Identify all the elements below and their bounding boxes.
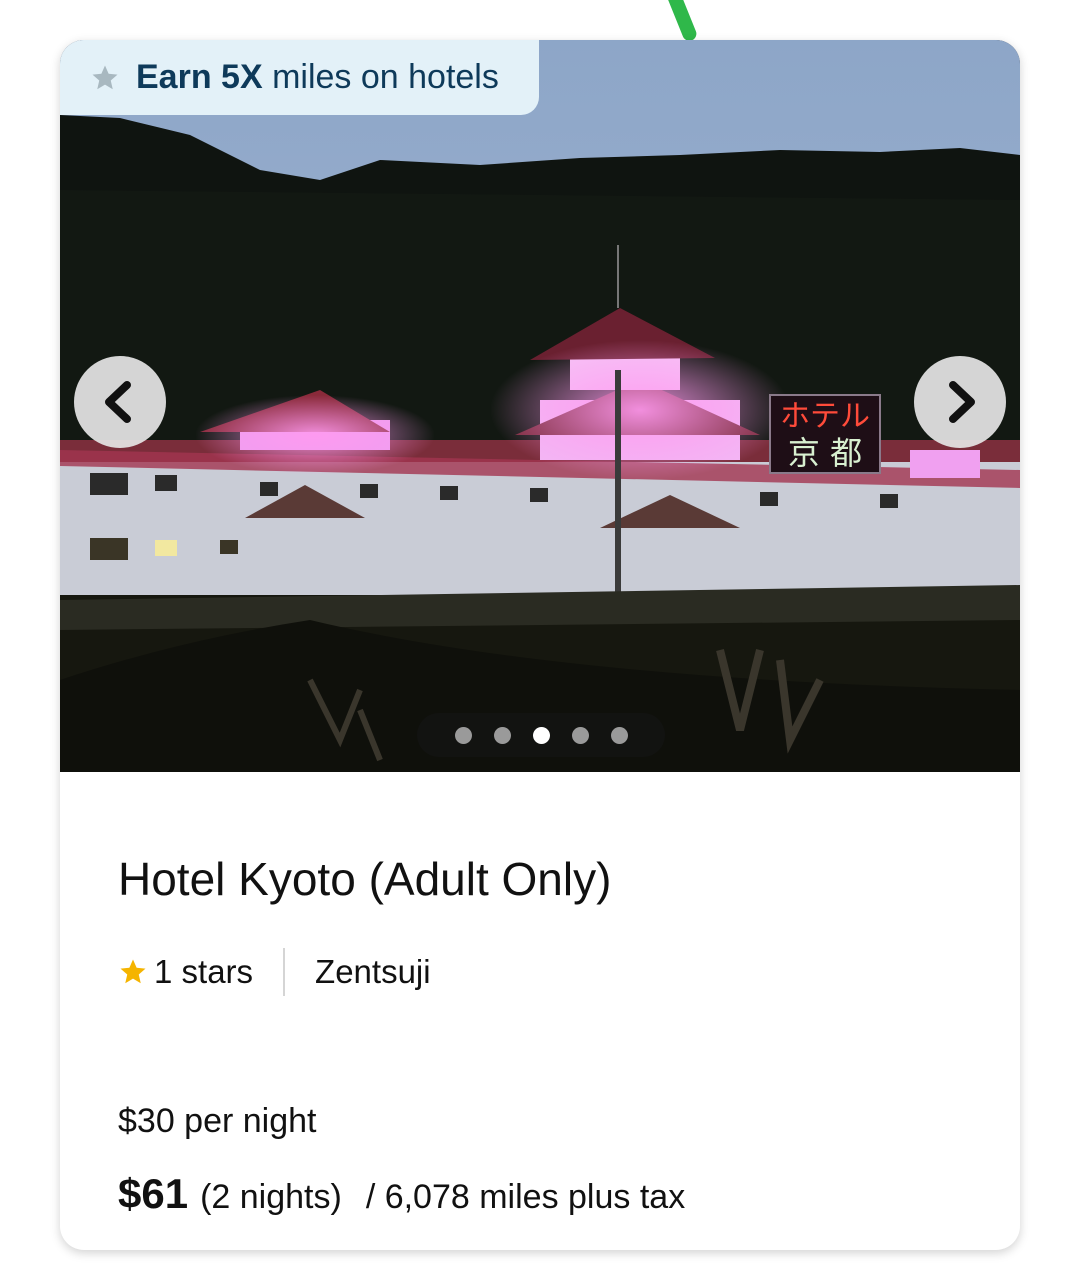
carousel-next-button[interactable]: [914, 356, 1006, 448]
carousel-dot-active[interactable]: [532, 726, 550, 744]
miles-price: / 6,078 miles plus tax: [365, 1178, 686, 1216]
carousel-pagination: [417, 713, 665, 757]
hotel-photo[interactable]: ホテル 京 都 Earn 5X miles on hotels: [60, 40, 1020, 772]
promo-text-rest: miles on hotels: [262, 58, 499, 96]
carousel-dot[interactable]: [610, 726, 628, 744]
promo-banner: Earn 5X miles on hotels: [60, 40, 539, 115]
carousel-dot[interactable]: [493, 726, 511, 744]
carousel-dot[interactable]: [571, 726, 589, 744]
hotel-meta: 1 stars Zentsuji: [118, 948, 431, 996]
hotel-photo-image: ホテル 京 都: [60, 40, 1020, 772]
promo-text-bold: Earn 5X: [136, 58, 263, 96]
star-icon: [92, 65, 118, 89]
price-per-night: $30 per night: [118, 1102, 317, 1140]
promo-text: Earn 5X miles on hotels: [136, 58, 499, 97]
leaf-decoration: [667, 0, 699, 43]
carousel-dot[interactable]: [454, 726, 472, 744]
carousel-prev-button[interactable]: [74, 356, 166, 448]
star-icon: [120, 959, 146, 984]
hotel-name[interactable]: Hotel Kyoto (Adult Only): [118, 852, 611, 906]
svg-text:ホテル: ホテル: [780, 399, 870, 434]
hotel-rating: 1 stars: [154, 953, 254, 990]
price-total-row: $61 (2 nights) / 6,078 miles plus tax: [118, 1170, 685, 1218]
hotel-location: Zentsuji: [315, 953, 431, 990]
hotel-card[interactable]: ホテル 京 都 Earn 5X miles on hotels Hotel Ky…: [60, 40, 1020, 1250]
chevron-left-icon: [105, 381, 131, 423]
total-price: $61: [118, 1170, 189, 1217]
meta-divider: [283, 948, 286, 996]
svg-text:京 都: 京 都: [788, 434, 862, 472]
total-nights: (2 nights): [200, 1178, 342, 1216]
chevron-right-icon: [949, 381, 975, 423]
